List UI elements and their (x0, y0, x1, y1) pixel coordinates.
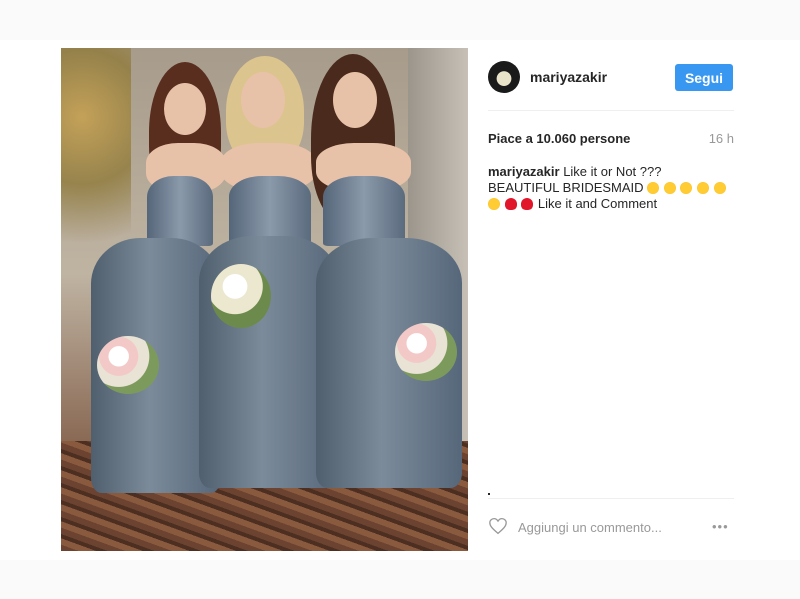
red-heart-emoji-icon (504, 198, 517, 210)
bouquet-middle (211, 264, 271, 328)
heart-eyes-emoji-icon (647, 182, 660, 194)
username-link[interactable]: mariyazakir (530, 69, 607, 85)
ellipsis-icon[interactable]: ••• (712, 519, 729, 534)
caption-author-link[interactable]: mariyazakir (488, 164, 560, 179)
heart-eyes-emoji-icon (680, 182, 693, 194)
bouquet-left (97, 336, 159, 394)
kiss-emoji-icon (488, 198, 500, 210)
face-left (164, 83, 206, 135)
bouquet-right (395, 323, 457, 381)
red-heart-emoji-icon (521, 198, 534, 210)
post-caption: mariyazakir Like it or Not ???BEAUTIFUL … (488, 164, 728, 212)
scroll-dot (488, 493, 490, 495)
heart-eyes-emoji-icon (663, 182, 676, 194)
follow-button[interactable]: Segui (675, 64, 733, 91)
face-right (333, 72, 377, 128)
comment-divider (488, 498, 734, 499)
bodice-middle (229, 176, 311, 244)
heart-outline-icon[interactable] (488, 517, 508, 535)
post-side-panel: mariyazakir Segui Piace a 10.060 persone… (468, 48, 734, 551)
kiss-emoji-icon (713, 182, 726, 194)
comment-input[interactable] (518, 518, 688, 536)
kiss-emoji-icon (697, 182, 710, 194)
avatar[interactable] (488, 61, 520, 93)
post-time[interactable]: 16 h (709, 131, 734, 146)
header-divider (488, 110, 734, 111)
face-middle (241, 72, 285, 128)
likes-count[interactable]: Piace a 10.060 persone (488, 131, 630, 146)
bodice-left (147, 176, 213, 246)
post-photo[interactable] (61, 48, 468, 551)
caption-text-2: Like it and Comment (537, 196, 658, 211)
bodice-right (323, 176, 405, 246)
